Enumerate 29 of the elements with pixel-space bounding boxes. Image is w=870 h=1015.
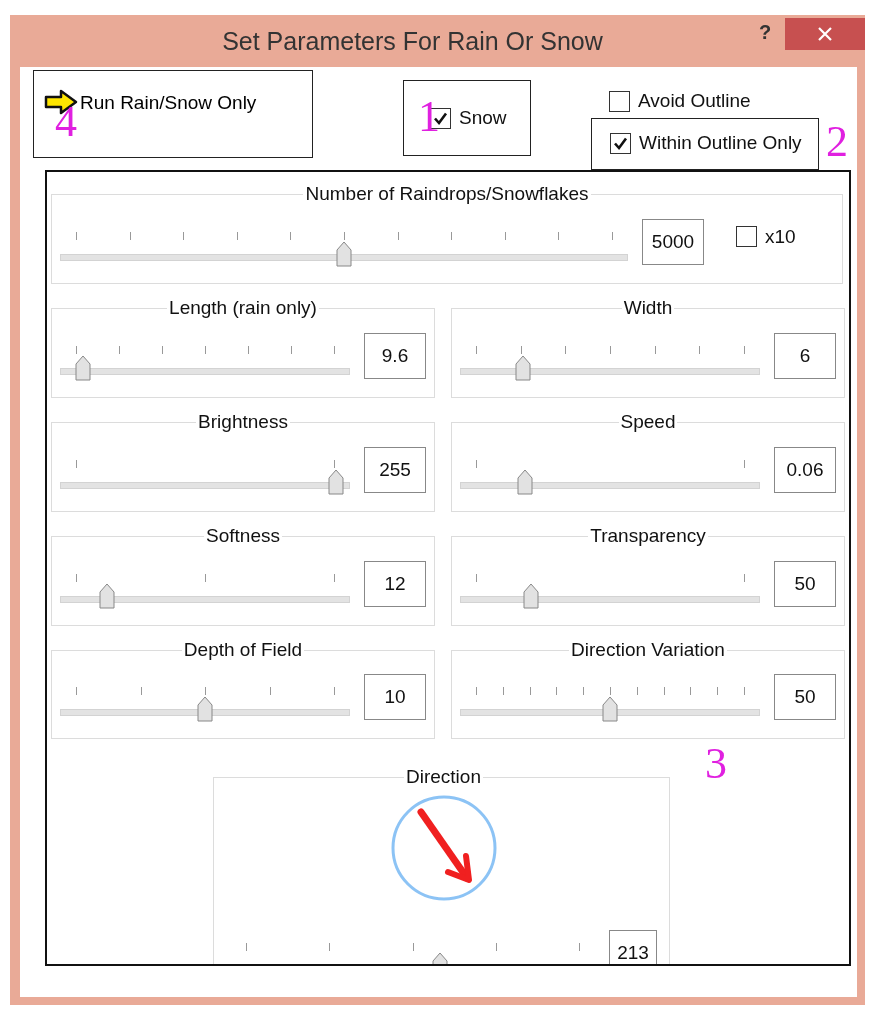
value-field[interactable]: 50	[774, 674, 836, 721]
annotation-number: 2	[826, 120, 848, 164]
checkbox-label: Within Outline Only	[639, 131, 802, 156]
value-field[interactable]: 6	[774, 332, 836, 379]
group-title: Softness	[205, 525, 281, 547]
group-title: Brightness	[197, 411, 289, 433]
group-title: Speed	[619, 411, 677, 433]
value-field[interactable]: 50	[774, 560, 836, 607]
group-title: Depth of Field	[182, 639, 304, 661]
value-field[interactable]: 10	[364, 674, 426, 721]
value-field[interactable]: 12	[364, 560, 426, 607]
value-field[interactable]: 255	[364, 446, 426, 493]
annotation-number: 3	[705, 742, 727, 786]
annotation-number: 4	[55, 100, 77, 144]
value-field[interactable]: 0.06	[774, 446, 836, 493]
value-field[interactable]: 9.6	[364, 332, 426, 379]
checkbox-label: x10	[765, 224, 796, 249]
checkbox-label: Snow	[459, 105, 507, 130]
value-field[interactable]: 213	[609, 930, 657, 964]
group-title: Number of Raindrops/Snowflakes	[304, 184, 590, 205]
value-field[interactable]: 5000	[642, 218, 704, 265]
group-title: Direction	[405, 767, 482, 789]
checkbox-label: Avoid Outline	[638, 89, 751, 113]
group-title: Transparency	[589, 525, 707, 547]
group-title: Direction Variation	[570, 639, 726, 661]
group-title: Length (rain only)	[168, 297, 318, 319]
help-button[interactable]: ?	[745, 17, 785, 47]
window-title: Set Parameters For Rain Or Snow	[221, 26, 604, 57]
group-title: Width	[622, 297, 674, 319]
